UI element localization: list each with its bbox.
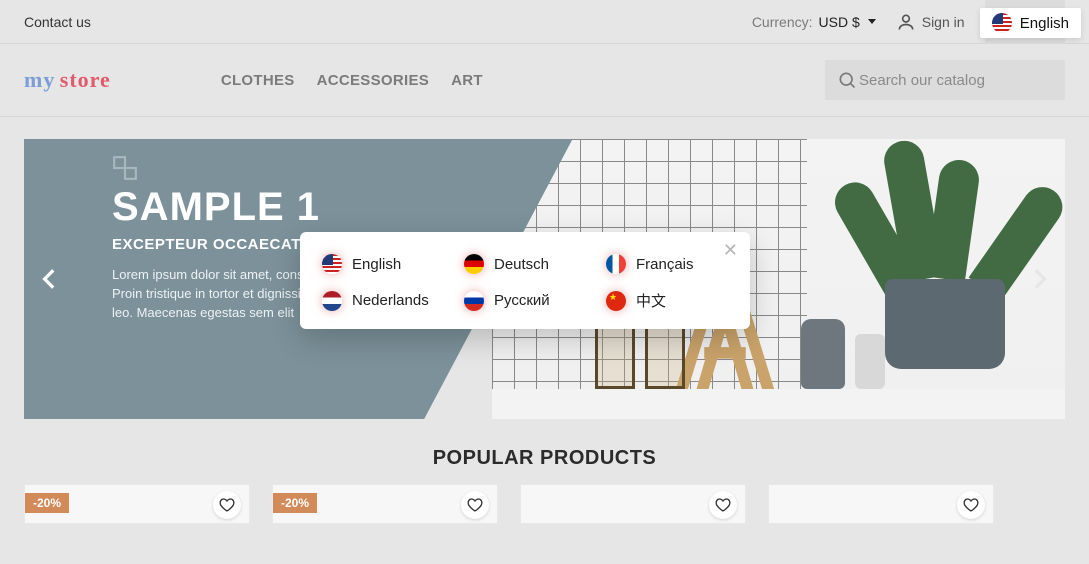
- currency-value: USD $: [819, 14, 860, 30]
- favorite-button[interactable]: [709, 491, 737, 519]
- lang-label: English: [352, 256, 401, 273]
- favorite-button[interactable]: [957, 491, 985, 519]
- products-row: -20% -20%: [0, 484, 1089, 524]
- flag-us-icon: [992, 13, 1012, 33]
- lang-label: Nederlands: [352, 292, 429, 309]
- lang-option-english[interactable]: English: [322, 254, 444, 274]
- product-card[interactable]: [768, 484, 994, 524]
- banner-title: SAMPLE 1: [112, 185, 1065, 230]
- search-icon: [837, 70, 857, 90]
- signin-link[interactable]: Sign in: [896, 12, 965, 32]
- logo[interactable]: my store: [24, 67, 111, 93]
- lang-option-francais[interactable]: Français: [606, 254, 728, 274]
- signin-label: Sign in: [922, 14, 965, 30]
- caret-down-icon: [868, 19, 876, 24]
- flag-us-icon: [322, 254, 342, 274]
- flag-ru-icon: [464, 291, 484, 311]
- currency-selector[interactable]: Currency: USD $: [752, 14, 876, 30]
- topbar: Contact us Currency: USD $ Sign in Cart: [0, 0, 1089, 44]
- lang-label: 中文: [636, 290, 666, 311]
- lang-option-deutsch[interactable]: Deutsch: [464, 254, 586, 274]
- language-pill-label: English: [1020, 15, 1069, 32]
- main-nav: CLOTHES ACCESSORIES ART: [221, 72, 483, 89]
- nav-art[interactable]: ART: [451, 72, 483, 89]
- carousel-next-button[interactable]: [1019, 259, 1059, 299]
- flag-cn-icon: [606, 291, 626, 311]
- logo-part-my: my: [24, 67, 55, 92]
- banner-mark-icon: [112, 155, 138, 181]
- nav-accessories[interactable]: ACCESSORIES: [317, 72, 430, 89]
- modal-close-button[interactable]: ✕: [723, 240, 738, 261]
- search-box[interactable]: [825, 60, 1065, 100]
- search-input[interactable]: [857, 71, 1060, 90]
- nav-clothes[interactable]: CLOTHES: [221, 72, 295, 89]
- product-card[interactable]: -20%: [272, 484, 498, 524]
- language-selector-pill[interactable]: English: [980, 8, 1081, 38]
- lang-option-nederlands[interactable]: Nederlands: [322, 290, 444, 311]
- flag-fr-icon: [606, 254, 626, 274]
- popular-products-heading: POPULAR PRODUCTS: [0, 447, 1089, 470]
- discount-badge: -20%: [25, 493, 69, 513]
- lang-label: Français: [636, 256, 694, 273]
- discount-badge: -20%: [273, 493, 317, 513]
- contact-us-link[interactable]: Contact us: [24, 14, 91, 30]
- currency-label: Currency:: [752, 14, 813, 30]
- flag-nl-icon: [322, 291, 342, 311]
- logo-part-store: store: [60, 67, 111, 92]
- language-modal: ✕ English Deutsch Français Nederlands Ру…: [300, 232, 750, 329]
- favorite-button[interactable]: [213, 491, 241, 519]
- user-icon: [896, 12, 916, 32]
- header: my store CLOTHES ACCESSORIES ART: [0, 44, 1089, 117]
- carousel-prev-button[interactable]: [30, 259, 70, 299]
- favorite-button[interactable]: [461, 491, 489, 519]
- candle-decor: [855, 334, 885, 389]
- lang-label: Deutsch: [494, 256, 549, 273]
- product-card[interactable]: [520, 484, 746, 524]
- product-card[interactable]: -20%: [24, 484, 250, 524]
- flag-de-icon: [464, 254, 484, 274]
- lang-option-chinese[interactable]: 中文: [606, 290, 728, 311]
- lang-label: Русский: [494, 292, 550, 309]
- lang-option-russian[interactable]: Русский: [464, 290, 586, 311]
